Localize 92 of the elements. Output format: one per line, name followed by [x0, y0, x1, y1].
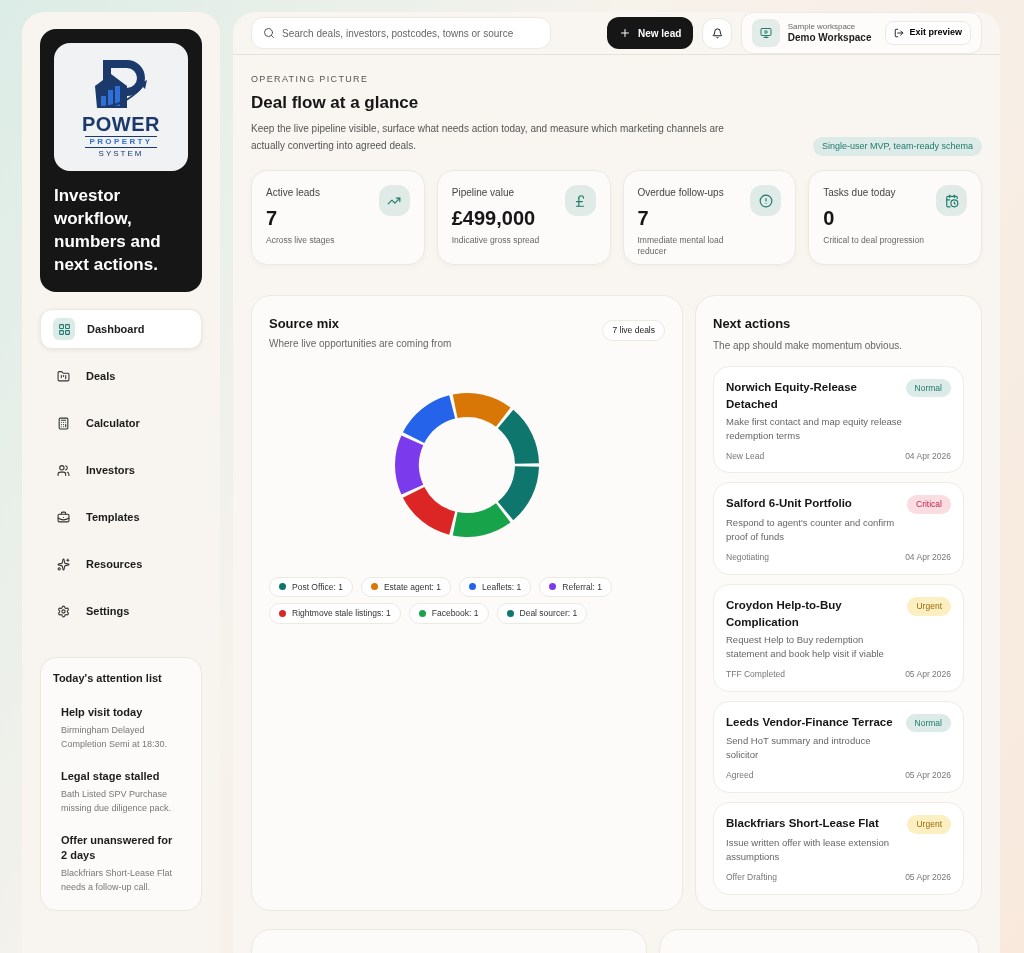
- notifications-button[interactable]: [702, 17, 732, 49]
- stat-label: Overdue follow-ups: [637, 186, 725, 200]
- new-lead-button[interactable]: New lead: [607, 17, 694, 49]
- search-field[interactable]: Search deals, investors, postcodes, towns or source: [251, 17, 551, 49]
- monitor-icon: [751, 19, 780, 47]
- action-title: Blackfriars Short-Lease Flat: [726, 816, 879, 831]
- action-card[interactable]: Blackfriars Short-Lease Flat Urgent Issue written offer with lease extension assumptions Offer Drafting 05 Apr 2026: [713, 802, 964, 895]
- legend-label: Leaflets: 1: [482, 580, 522, 594]
- card-title: Next actions: [713, 315, 792, 333]
- eyebrow-label: OPERATING PICTURE: [251, 73, 370, 86]
- legend-label: Facebook: 1: [431, 607, 479, 620]
- calendar-clock-icon: [936, 185, 967, 216]
- action-date: 04 Apr 2026: [905, 551, 951, 564]
- priority-badge: Critical: [907, 495, 951, 514]
- nav-item[interactable]: Dashboard: [40, 309, 202, 349]
- action-title: Leeds Vendor-Finance Terrace: [726, 714, 893, 730]
- priority-badge: Normal: [905, 713, 951, 733]
- priority-badge: Normal: [905, 378, 951, 398]
- stat-note: Immediate mental load reducer: [637, 235, 725, 257]
- pound-icon: [564, 185, 596, 216]
- action-task: Issue written offer with lease extension assumptions: [726, 835, 890, 864]
- exit-preview-button[interactable]: Exit preview: [885, 21, 971, 45]
- workspace-name: Demo Workspace: [787, 31, 872, 45]
- nav-item[interactable]: Templates: [40, 497, 202, 537]
- priority-badge: Urgent: [907, 596, 951, 616]
- stat-value: 0: [823, 206, 836, 231]
- exit-icon: [894, 28, 905, 38]
- nav-item[interactable]: Settings: [40, 591, 202, 631]
- action-stage: Offer Drafting: [726, 870, 777, 884]
- stat-value: 7: [637, 206, 650, 231]
- action-task: Respond to agent's counter and confirm proof of funds: [726, 516, 896, 544]
- stat-label: Active leads: [266, 186, 321, 200]
- attention-item-title: Help visit today: [61, 704, 144, 720]
- stat-label: Pipeline value: [451, 186, 515, 200]
- action-title: Salford 6-Unit Portfolio: [726, 496, 852, 512]
- logo-subtitle: PROPERTY: [85, 135, 157, 148]
- action-title: Norwich Equity-Release Detached: [726, 379, 858, 412]
- logo-tagline: SYSTEM: [98, 148, 144, 159]
- attention-item-title: Legal stage stalled: [61, 768, 161, 784]
- plus-icon: [619, 27, 631, 39]
- page-title: Deal flow at a glance: [251, 91, 420, 114]
- action-task: Send HoT summary and introduce solicitor: [726, 734, 872, 763]
- nav-item[interactable]: Deals: [40, 356, 202, 396]
- search-icon: [263, 27, 275, 39]
- stat-value: £499,000: [451, 206, 537, 231]
- action-stage: TFF Completed: [726, 667, 786, 681]
- action-task: Make first contact and map equity release redemption terms: [726, 414, 903, 443]
- workspace-caption: Sample workspace: [787, 21, 857, 32]
- stat-note: Indicative gross spread: [451, 235, 541, 246]
- action-task: Request Help to Buy redemption statement and book help visit if viable: [726, 632, 885, 661]
- card-title: Source mix: [269, 315, 341, 333]
- grid-icon: [53, 318, 75, 340]
- action-card[interactable]: Norwich Equity-Release Detached Normal Make first contact and map equity release redemption terms New Lead 04 Apr 2026: [713, 365, 964, 474]
- action-date: 04 Apr 2026: [905, 449, 951, 463]
- schema-badge: Single-user MVP, team-ready schema: [813, 136, 982, 156]
- card-subtitle: The app should make momentum obvious.: [713, 338, 903, 353]
- legend-label: Estate agent: 1: [383, 580, 442, 594]
- attention-item-detail: Blackfriars Short-Lease Flat needs a follow-up call.: [61, 866, 174, 894]
- legend-label: Post Office: 1: [292, 580, 343, 594]
- action-stage: New Lead: [726, 449, 765, 463]
- attention-item-detail: Bath Listed SPV Purchase missing due diligence pack.: [61, 787, 173, 815]
- nav-item[interactable]: Calculator: [40, 403, 202, 443]
- priority-badge: Urgent: [907, 815, 951, 834]
- action-date: 05 Apr 2026: [905, 769, 951, 782]
- action-card[interactable]: Croydon Help-to-Buy Complication Urgent Request Help to Buy redemption statement and book help visit if viable TFF Completed 05 Apr 2026: [713, 583, 964, 692]
- action-card[interactable]: Salford 6-Unit Portfolio Critical Respond to agent's counter and confirm proof of funds Negotiating 04 Apr 2026: [713, 482, 964, 575]
- stat-note: Critical to deal progression: [823, 235, 925, 246]
- legend-label: Rightmove stale listings: 1: [292, 607, 391, 620]
- action-stage: Agreed: [726, 769, 754, 782]
- alert-icon: [750, 185, 782, 216]
- stat-note: Across live stages: [266, 235, 336, 246]
- page-description: Keep the live pipeline visible, surface what needs action today, and measure which marketing channels are actually converting into agreed deals.: [251, 122, 725, 153]
- action-date: 05 Apr 2026: [905, 870, 951, 884]
- action-title: Croydon Help-to-Buy Complication: [726, 597, 843, 630]
- nav-item[interactable]: Resources: [40, 544, 202, 584]
- trend-up-icon: [378, 185, 410, 216]
- logo-title: POWER: [81, 113, 161, 134]
- attention-item-detail: Birmingham Delayed Completion Semi at 18:30.: [61, 723, 169, 751]
- live-deals-badge: 7 live deals: [602, 320, 665, 341]
- nav-item[interactable]: Investors: [40, 450, 202, 490]
- attention-title: Today's attention list: [53, 671, 163, 686]
- legend-label: Deal sourcer: 1: [519, 607, 578, 620]
- stat-value: 7: [266, 206, 279, 231]
- brand-headline: Investor workflow, numbers and next actions.: [53, 185, 162, 276]
- attention-item-title: Offer unanswered for 2 days: [61, 832, 174, 863]
- action-card[interactable]: Leeds Vendor-Finance Terrace Normal Send HoT summary and introduce solicitor Agreed 05 Apr 2026: [713, 700, 964, 793]
- bell-icon: [711, 27, 723, 39]
- card-subtitle: Where live opportunities are coming from: [269, 336, 452, 351]
- action-date: 05 Apr 2026: [905, 667, 951, 681]
- action-stage: Negotiating: [726, 551, 769, 564]
- stat-label: Tasks due today: [823, 186, 897, 200]
- legend-label: Referral: 1: [562, 580, 602, 594]
